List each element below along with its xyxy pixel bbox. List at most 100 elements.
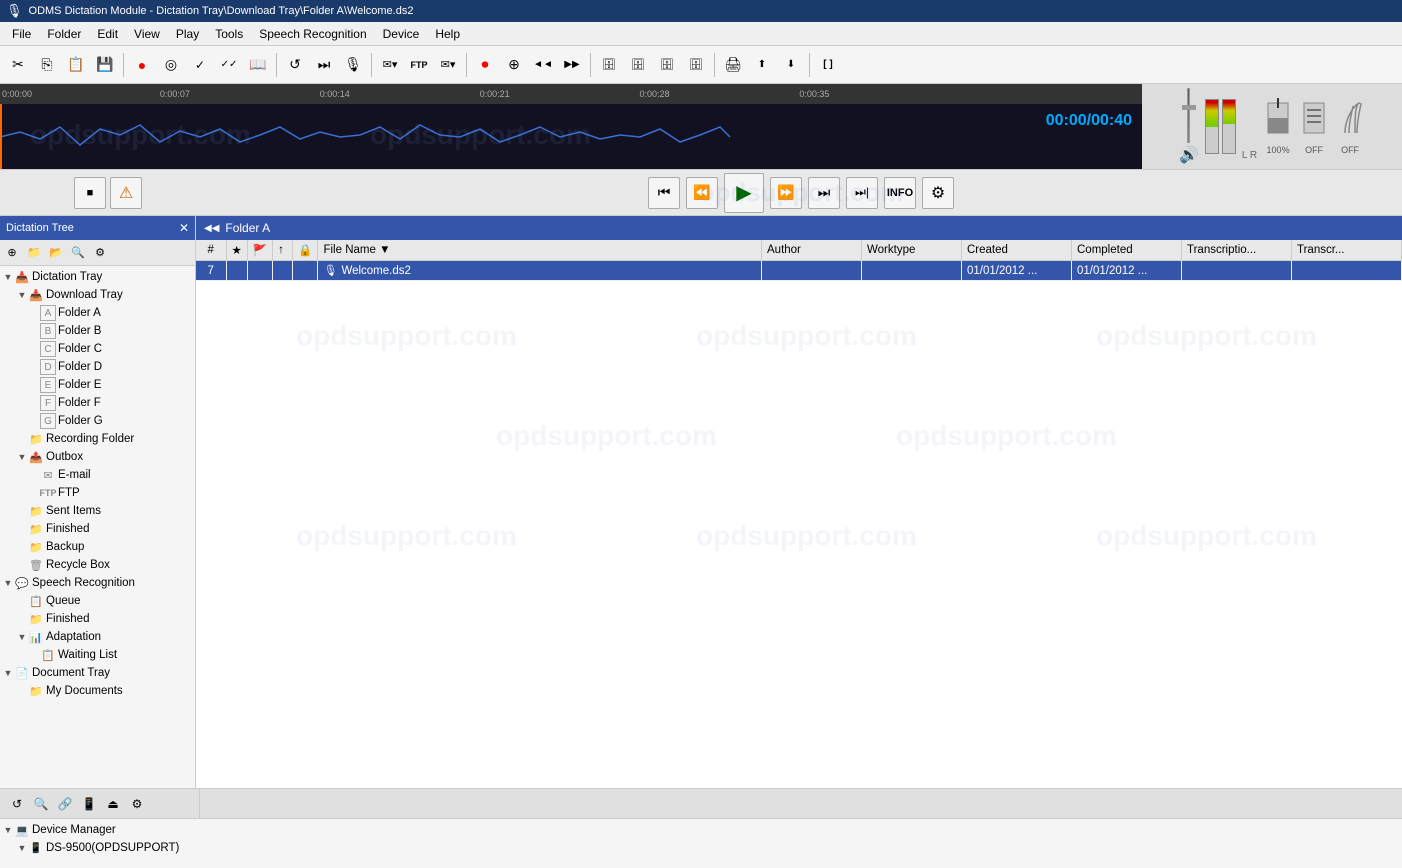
tree-item-my-docs[interactable]: 📁 My Documents	[0, 682, 195, 700]
check-button[interactable]: ✓	[186, 51, 214, 79]
toggle-speech[interactable]: ▼	[2, 577, 14, 589]
tree-search-btn[interactable]: 🔍	[68, 243, 88, 263]
bookmark-button[interactable]: 📖	[244, 51, 272, 79]
toggle-outbox[interactable]: ▼	[16, 451, 28, 463]
listen-button[interactable]: ◎	[157, 51, 185, 79]
tree-item-device-manager[interactable]: ▼ 💻 Device Manager	[0, 821, 196, 839]
table-row[interactable]: 7 🎙Welcome.ds2 01/01/2012 ... 01/01	[196, 261, 1402, 281]
refresh-toolbar-button[interactable]: ↺	[281, 51, 309, 79]
gear-button[interactable]: ⚙	[922, 177, 954, 209]
menu-speech[interactable]: Speech Recognition	[251, 25, 374, 43]
tree-item-email[interactable]: ✉ E-mail	[0, 466, 195, 484]
skip-end-section-button[interactable]: ⏭	[808, 177, 840, 209]
tree-item-folder-g[interactable]: G Folder G	[0, 412, 195, 430]
col-header-lock[interactable]: 🔒	[293, 240, 318, 261]
tree-item-folder-b[interactable]: B Folder B	[0, 322, 195, 340]
tree-item-finished[interactable]: 📁 Finished	[0, 520, 195, 538]
toggle-device-manager[interactable]: ▼	[2, 824, 14, 836]
tree-open-btn[interactable]: 📂	[46, 243, 66, 263]
tree-item-folder-a[interactable]: A Folder A	[0, 304, 195, 322]
tree-new-btn[interactable]: ⊕	[2, 243, 22, 263]
waveform-canvas[interactable]: opdsupport.com opdsupport.com 00:00/00:4…	[0, 104, 1142, 169]
db4-button[interactable]: 🗄	[682, 51, 710, 79]
col-header-filename[interactable]: File Name ▼	[318, 240, 762, 261]
insert-button[interactable]: ⊕	[500, 51, 528, 79]
status-btn-5[interactable]: ⏏	[102, 793, 124, 815]
paste-button[interactable]: 📋	[62, 51, 90, 79]
col-header-star[interactable]: ★	[226, 240, 247, 261]
tree-item-outbox[interactable]: ▼ 📤 Outbox	[0, 448, 195, 466]
tree-item-dictation[interactable]: ▼ 📥 Dictation Tray	[0, 268, 195, 286]
menu-file[interactable]: File	[4, 25, 39, 43]
tree-item-waiting[interactable]: 📋 Waiting List	[0, 646, 195, 664]
db1-button[interactable]: 🗄	[595, 51, 623, 79]
col-header-transcription2[interactable]: Transcr...	[1292, 240, 1402, 261]
checkall-button[interactable]: ✓✓	[215, 51, 243, 79]
menu-play[interactable]: Play	[168, 25, 207, 43]
db2-button[interactable]: 🗄	[624, 51, 652, 79]
record-button[interactable]: ●	[128, 51, 156, 79]
tree-item-sent[interactable]: 📁 Sent Items	[0, 502, 195, 520]
send2-button[interactable]: ✉▾	[434, 51, 462, 79]
toggle-download[interactable]: ▼	[16, 289, 28, 301]
status-btn-3[interactable]: 🔗	[54, 793, 76, 815]
col-header-author[interactable]: Author	[762, 240, 862, 261]
tree-item-ftp[interactable]: FTP FTP	[0, 484, 195, 502]
col-header-prio[interactable]: ↑	[273, 240, 293, 261]
menu-tools[interactable]: Tools	[207, 25, 251, 43]
status-btn-2[interactable]: 🔍	[30, 793, 52, 815]
tree-item-adaptation[interactable]: ▼ 📊 Adaptation	[0, 628, 195, 646]
tree-item-doc-tray[interactable]: ▼ 📄 Document Tray	[0, 664, 195, 682]
alert-button[interactable]: ⚠	[110, 177, 142, 209]
tree-item-sr-finished[interactable]: 📁 Finished	[0, 610, 195, 628]
info-button[interactable]: INFO	[884, 177, 916, 209]
send-email-button[interactable]: ✉▾	[376, 51, 404, 79]
toggle-ds9500[interactable]: ▼	[16, 842, 28, 854]
status-btn-1[interactable]: ↺	[6, 793, 28, 815]
tree-item-folder-d[interactable]: D Folder D	[0, 358, 195, 376]
toggle-dictation[interactable]: ▼	[2, 271, 14, 283]
menu-edit[interactable]: Edit	[89, 25, 126, 43]
save-button[interactable]: 💾	[91, 51, 119, 79]
ftp-button[interactable]: FTP	[405, 51, 433, 79]
fast-forward-button[interactable]: ⏩	[770, 177, 802, 209]
skip-start-button[interactable]: ⏮	[648, 177, 680, 209]
tree-item-folder-e[interactable]: E Folder E	[0, 376, 195, 394]
tree-item-recycle[interactable]: 🗑 Recycle Box	[0, 556, 195, 574]
panel-close-button[interactable]: ✕	[179, 221, 189, 235]
tree-item-folder-c[interactable]: C Folder C	[0, 340, 195, 358]
tree-item-folder-f[interactable]: F Folder F	[0, 394, 195, 412]
tree-item-queue[interactable]: 📋 Queue	[0, 592, 195, 610]
status-btn-4[interactable]: 📱	[78, 793, 100, 815]
tree-item-recording[interactable]: 📁 Recording Folder	[0, 430, 195, 448]
tree-folder-btn[interactable]: 📁	[24, 243, 44, 263]
fwd-button[interactable]: ▶▶	[558, 51, 586, 79]
print-button[interactable]: 🖨	[719, 51, 747, 79]
menu-help[interactable]: Help	[427, 25, 468, 43]
col-header-flag[interactable]: 🚩	[247, 240, 272, 261]
tree-item-backup[interactable]: 📁 Backup	[0, 538, 195, 556]
cut-button[interactable]: ✂	[4, 51, 32, 79]
col-header-transcription[interactable]: Transcriptio...	[1182, 240, 1292, 261]
end-button[interactable]: ⏭|	[846, 177, 878, 209]
col-header-worktype[interactable]: Worktype	[862, 240, 962, 261]
record2-button[interactable]: ⏺	[471, 51, 499, 79]
tree-item-speech[interactable]: ▼ 💬 Speech Recognition	[0, 574, 195, 592]
rewind-button[interactable]: ⏪	[686, 177, 718, 209]
menu-folder[interactable]: Folder	[39, 25, 89, 43]
tree-item-ds9500[interactable]: ▼ 📱 DS-9500(OPDSUPPORT)	[0, 839, 196, 857]
col-header-created[interactable]: Created	[962, 240, 1072, 261]
tree-item-download[interactable]: ▼ 📥 Download Tray	[0, 286, 195, 304]
tree-settings-btn[interactable]: ⚙	[90, 243, 110, 263]
stop-button[interactable]: ■	[74, 177, 106, 209]
copy-button[interactable]: ⎘	[33, 51, 61, 79]
mic-button[interactable]: 🎙	[339, 51, 367, 79]
toggle-doc-tray[interactable]: ▼	[2, 667, 14, 679]
status-btn-6[interactable]: ⚙	[126, 793, 148, 815]
volume-slider-track[interactable]	[1187, 88, 1190, 143]
menu-view[interactable]: View	[126, 25, 168, 43]
skip-end-button[interactable]: ⏭	[310, 51, 338, 79]
col-header-num[interactable]: #	[196, 240, 226, 261]
volume-slider-thumb[interactable]	[1182, 105, 1196, 110]
col-header-completed[interactable]: Completed	[1072, 240, 1182, 261]
